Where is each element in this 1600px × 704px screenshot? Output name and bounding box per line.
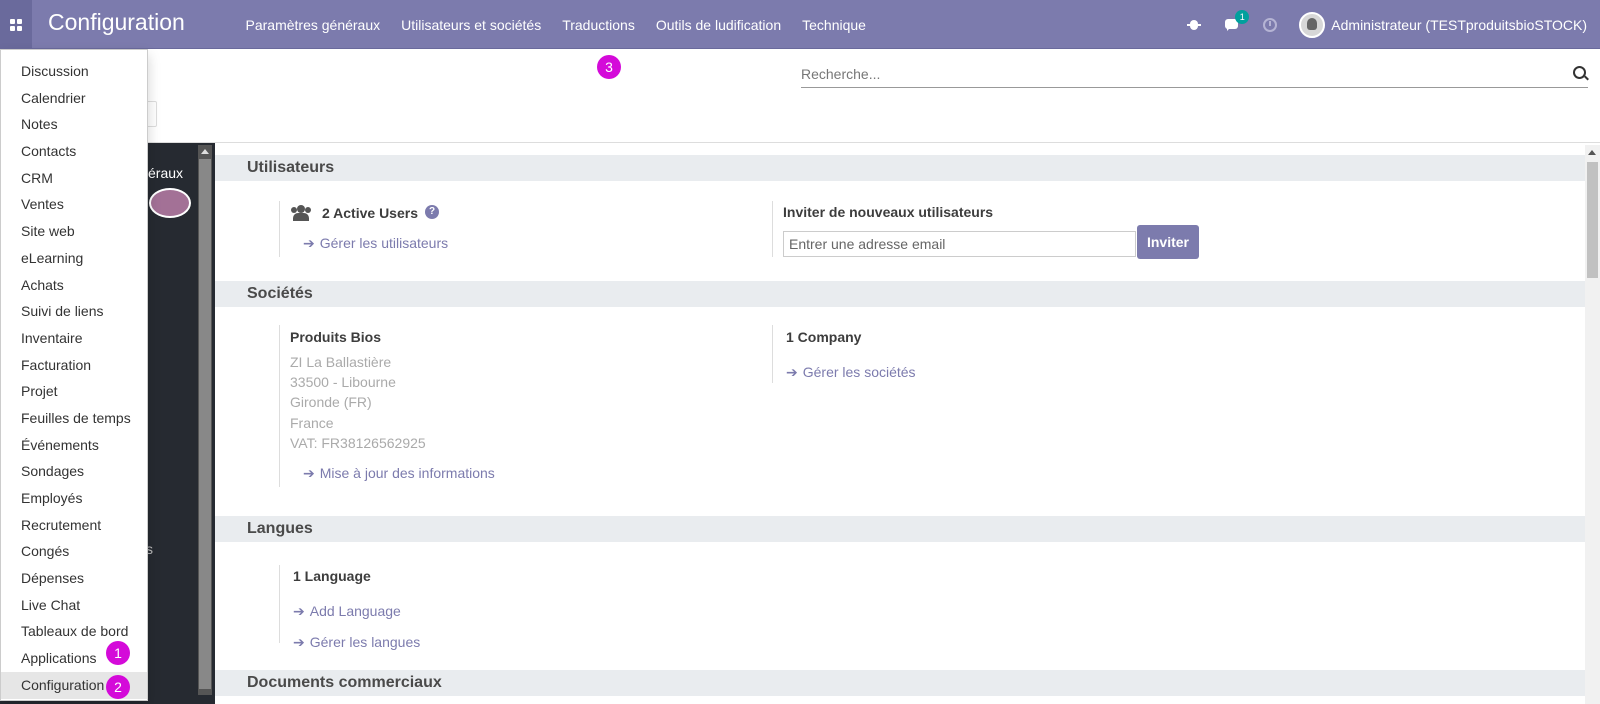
messaging-chat-icon[interactable]: 1 (1225, 9, 1250, 32)
app-item-dashboards[interactable]: Tableaux de bord (1, 618, 147, 645)
menu-users-companies[interactable]: Utilisateurs et sociétés (391, 17, 552, 33)
divider (279, 201, 280, 257)
menu-gamification[interactable]: Outils de ludification (645, 17, 791, 33)
app-item-sales[interactable]: Ventes (1, 191, 147, 218)
company-address-line: 33500 - Libourne (290, 374, 396, 390)
add-language-link[interactable]: ➔ Add Language (293, 603, 401, 620)
activity-clock-icon[interactable] (1263, 17, 1278, 32)
apps-dropdown-menu: Discussion Calendrier Notes Contacts CRM… (0, 49, 148, 701)
systray: 1 Administrateur (TESTproduitsbioSTOCK) (1175, 0, 1600, 49)
menu-general-settings[interactable]: Paramètres généraux (235, 17, 391, 33)
manage-users-link[interactable]: ➔ Gérer les utilisateurs (303, 235, 448, 252)
company-address-line: ZI La Ballastière (290, 354, 392, 370)
app-item-invoicing[interactable]: Facturation (1, 352, 147, 379)
app-item-discussion[interactable]: Discussion (1, 58, 147, 85)
company-vat: VAT: FR38126562925 (290, 435, 426, 451)
top-navbar: Configuration Paramètres généraux Utilis… (0, 0, 1600, 49)
update-info-label: Mise à jour des informations (319, 465, 495, 481)
app-item-contacts[interactable]: Contacts (1, 138, 147, 165)
update-info-link[interactable]: ➔ Mise à jour des informations (303, 465, 495, 482)
debug-bug-icon[interactable] (1187, 18, 1202, 32)
sidebar-item-general-settings[interactable]: éraux (148, 165, 183, 181)
section-title-companies: Sociétés (215, 281, 1585, 307)
manage-companies-link[interactable]: ➔ Gérer les sociétés (786, 364, 916, 381)
user-avatar (1299, 11, 1326, 38)
app-brand-title[interactable]: Configuration (48, 9, 185, 36)
invite-users-title: Inviter de nouveaux utilisateurs (783, 204, 994, 220)
divider (279, 565, 280, 643)
apps-menu-toggle[interactable] (0, 0, 32, 49)
app-item-recruitment[interactable]: Recrutement (1, 512, 147, 539)
top-menu: Paramètres généraux Utilisateurs et soci… (235, 0, 876, 49)
search-bar (801, 60, 1588, 88)
app-item-employees[interactable]: Employés (1, 485, 147, 512)
manage-companies-label: Gérer les sociétés (802, 364, 916, 380)
search-input[interactable] (801, 60, 1588, 87)
section-title-documents: Documents commerciaux (215, 670, 1585, 696)
invite-button[interactable]: Inviter (1137, 225, 1199, 259)
company-name: Produits Bios (290, 329, 382, 345)
chat-count-badge: 1 (1235, 9, 1250, 24)
settings-content: Utilisateurs 2 Active Users ? ➔ Gérer les… (215, 143, 1585, 704)
menu-technical[interactable]: Technique (792, 17, 877, 33)
app-item-live-chat[interactable]: Live Chat (1, 592, 147, 619)
app-item-purchases[interactable]: Achats (1, 272, 147, 299)
app-item-website[interactable]: Site web (1, 218, 147, 245)
languages-count: 1 Language (293, 568, 371, 584)
scroll-up-arrow-icon[interactable] (201, 149, 209, 154)
company-address-line: France (290, 415, 334, 431)
annotation-marker-3: 3 (597, 55, 621, 79)
divider (772, 325, 773, 383)
scrollbar-thumb[interactable] (1587, 162, 1598, 278)
app-item-events[interactable]: Événements (1, 432, 147, 459)
user-name: Administrateur (TESTproduitsbioSTOCK) (1331, 16, 1587, 33)
scroll-up-arrow-icon[interactable] (1588, 150, 1596, 155)
app-item-expenses[interactable]: Dépenses (1, 565, 147, 592)
apps-grid-icon (10, 18, 22, 31)
app-item-surveys[interactable]: Sondages (1, 458, 147, 485)
add-language-label: Add Language (309, 603, 401, 619)
app-logo-icon (149, 188, 191, 218)
annotation-marker-1: 1 (106, 641, 130, 665)
sidebar-scrollbar[interactable] (198, 145, 212, 695)
app-item-link-tracker[interactable]: Suivi de liens (1, 298, 147, 325)
manage-languages-label: Gérer les langues (309, 634, 421, 650)
divider (279, 325, 280, 487)
menu-translations[interactable]: Traductions (552, 17, 646, 33)
company-address-line: Gironde (FR) (290, 394, 372, 410)
scrollbar-thumb[interactable] (199, 159, 211, 689)
user-menu[interactable]: Administrateur (TESTproduitsbioSTOCK) (1299, 11, 1587, 38)
app-item-notes[interactable]: Notes (1, 111, 147, 138)
help-question-icon[interactable]: ? (425, 205, 439, 219)
app-item-project[interactable]: Projet (1, 378, 147, 405)
search-icon[interactable] (1573, 66, 1586, 79)
manage-users-label: Gérer les utilisateurs (319, 235, 449, 251)
app-item-calendar[interactable]: Calendrier (1, 85, 147, 112)
companies-count: 1 Company (786, 329, 862, 345)
invite-email-input[interactable] (783, 231, 1136, 257)
app-item-crm[interactable]: CRM (1, 165, 147, 192)
section-title-languages: Langues (215, 516, 1585, 542)
app-item-inventory[interactable]: Inventaire (1, 325, 147, 352)
main-scrollbar[interactable] (1585, 145, 1600, 704)
manage-languages-link[interactable]: ➔ Gérer les langues (293, 634, 420, 651)
annotation-marker-2: 2 (106, 675, 130, 699)
app-item-timesheets[interactable]: Feuilles de temps (1, 405, 147, 432)
section-title-users: Utilisateurs (215, 155, 1585, 181)
divider (772, 201, 773, 257)
active-users-count: 2 Active Users (322, 205, 418, 221)
users-icon (291, 205, 311, 221)
app-item-time-off[interactable]: Congés (1, 538, 147, 565)
app-item-elearning[interactable]: eLearning (1, 245, 147, 272)
